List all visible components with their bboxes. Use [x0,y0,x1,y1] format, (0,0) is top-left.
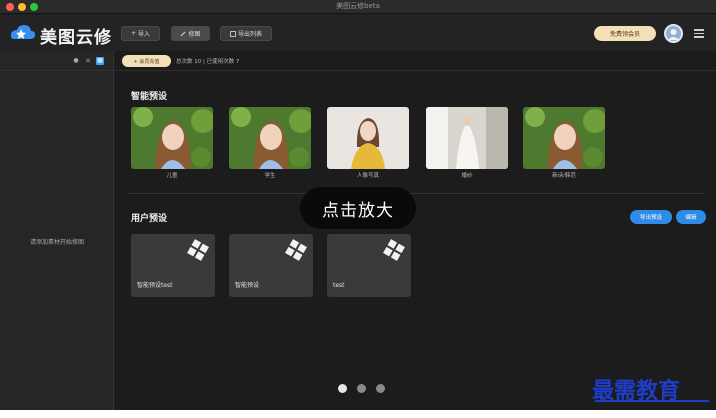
portrait-photo [229,107,311,169]
pager-dot-1[interactable] [338,384,347,393]
preset-label: 儿童 [166,173,178,179]
preset-badge-icon [383,239,405,261]
preset-thumb-korean[interactable] [523,107,605,169]
app-brand-name: 美图云修 [40,28,112,48]
app-window: 美图云修beta 美图云修 + 导入 修图 导出列表 免费领会员 ● ≡ ▦ 请… [0,0,716,410]
pager-dot-2[interactable] [357,384,366,393]
preset-label: 婚纱 [461,173,473,179]
retouch-button[interactable]: 修图 [171,26,210,41]
bridal-photo [426,107,508,169]
preset-card-name: test [333,282,345,289]
window-title: 美图云修beta [336,2,380,10]
account-bar: + 会员充值 总次数 10 | 已使用次数 7 [115,51,716,71]
user-avatar[interactable] [664,24,683,43]
user-preset-card[interactable]: test [327,234,411,297]
portrait-photo [131,107,213,169]
edit-presets-button[interactable]: 编辑 [676,210,706,224]
preset-badge-icon [187,239,209,261]
preset-thumb-student[interactable] [229,107,311,169]
retouch-label: 修图 [188,31,201,38]
member-recharge-label: + 会员充值 [133,58,160,65]
export-preset-button[interactable]: 导出预设 [630,210,672,224]
usage-counts: 总次数 10 | 已使用次数 7 [176,59,240,65]
preset-label: 人像写真 [356,173,379,179]
preset-badge-icon [285,239,307,261]
app-logo-icon [10,25,36,39]
magic-wand-icon [181,31,186,36]
export-list-label: 导出列表 [237,31,262,38]
import-label: 导入 [138,31,151,38]
portrait-photo [327,107,409,169]
sidebar-toolbar: ● ≡ ▦ [0,51,114,71]
preset-label: 新诗/韩范 [552,173,576,179]
sidebar-empty-hint: 请添加素材开始修图 [29,239,84,246]
section-divider [127,193,705,194]
info-icon[interactable]: ● [72,57,80,65]
preset-thumb-children[interactable] [131,107,213,169]
title-bar: 美图云修beta [0,0,716,14]
zoom-tooltip: 点击放大 [300,187,416,229]
plus-icon: + [130,30,136,37]
edit-presets-label: 编辑 [685,215,697,221]
export-list-icon [230,30,236,37]
preset-card-name: 智能预设test [137,282,173,289]
pager-dot-3[interactable] [376,384,385,393]
user-avatar-icon [668,29,679,40]
user-presets-title: 用户预设 [131,214,168,224]
preset-card-name: 智能预设 [235,282,260,289]
grid-view-icon[interactable]: ▦ [96,57,104,65]
free-member-label: 免费领会员 [609,31,640,38]
free-member-button[interactable]: 免费领会员 [594,26,656,41]
top-toolbar: 美图云修 + 导入 修图 导出列表 免费领会员 [0,15,716,51]
left-sidebar: ● ≡ ▦ 请添加素材开始修图 [0,51,114,410]
watermark-underline [595,400,709,402]
list-view-icon[interactable]: ≡ [84,57,92,65]
export-list-button[interactable]: 导出列表 [220,26,272,41]
portrait-photo [523,107,605,169]
user-preset-card[interactable]: 智能预设test [131,234,215,297]
user-preset-card[interactable]: 智能预设 [229,234,313,297]
preset-thumb-portrait[interactable] [327,107,409,169]
export-preset-label: 导出预设 [639,215,662,221]
preset-label: 学生 [264,173,276,179]
preset-thumb-bridal[interactable] [426,107,508,169]
import-button[interactable]: + 导入 [121,26,160,41]
hamburger-icon[interactable] [694,29,704,38]
smart-presets-title: 智能预设 [131,92,168,102]
member-recharge-button[interactable]: + 会员充值 [122,55,171,67]
main-panel: + 会员充值 总次数 10 | 已使用次数 7 智能预设 儿童 学生 人像写真 … [115,51,716,410]
